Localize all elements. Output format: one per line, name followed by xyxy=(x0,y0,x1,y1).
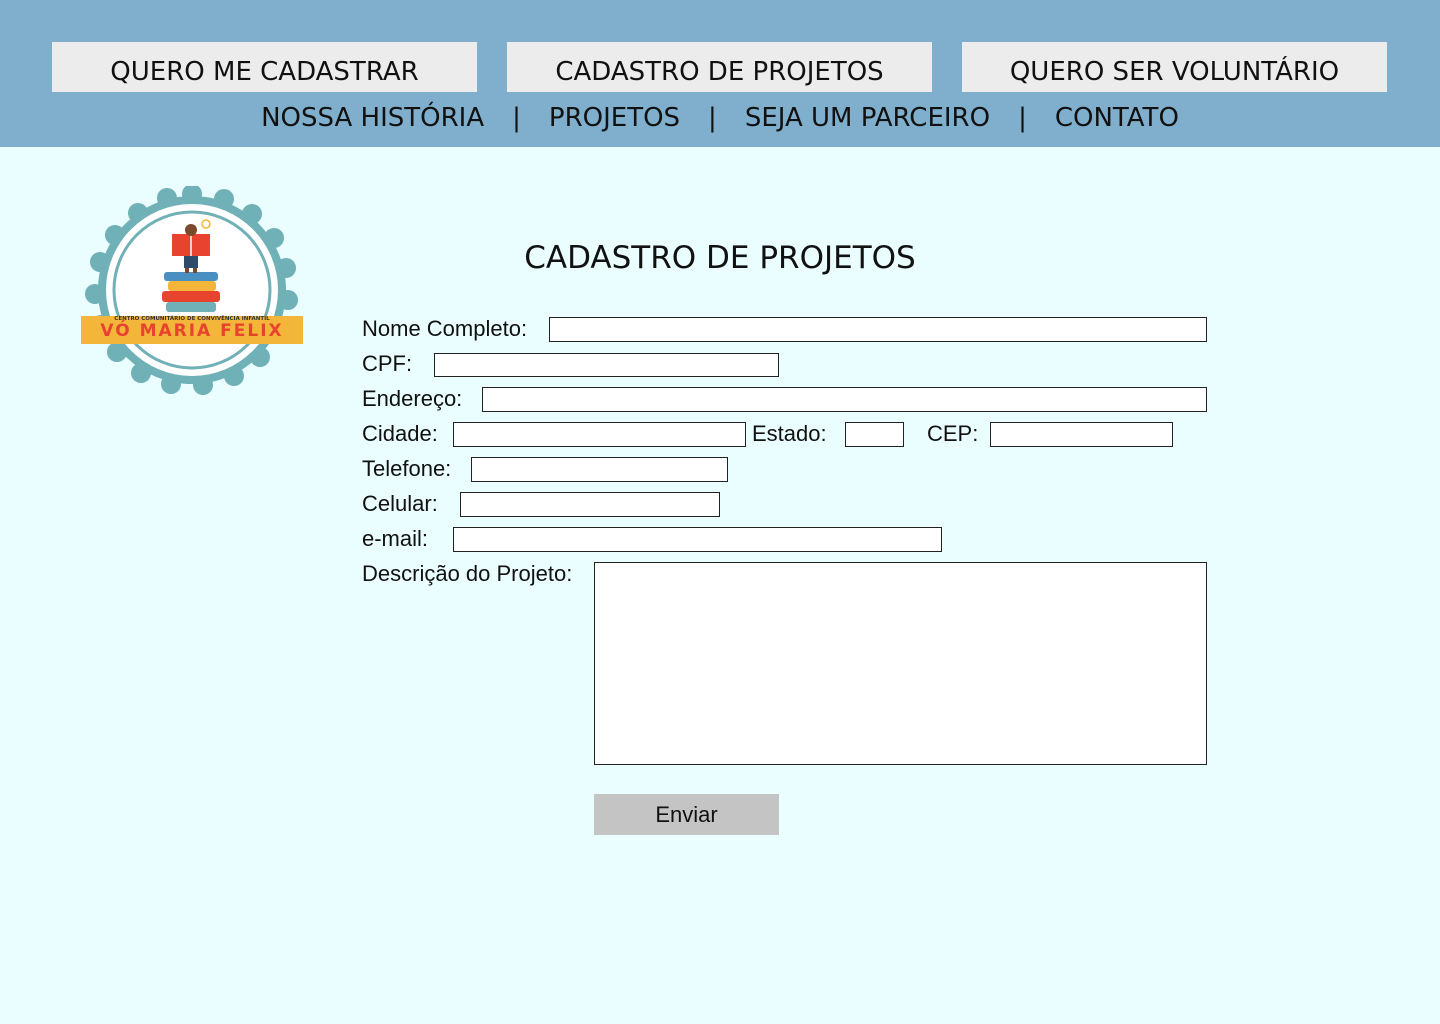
register-button[interactable]: QUERO ME CADASTRAR xyxy=(52,42,477,92)
cep-field[interactable] xyxy=(990,422,1173,447)
page-title: CADASTRO DE PROJETOS xyxy=(524,240,916,276)
volunteer-button[interactable]: QUERO SER VOLUNTÁRIO xyxy=(962,42,1387,92)
header-bar: QUERO ME CADASTRAR CADASTRO DE PROJETOS … xyxy=(0,0,1440,147)
city-label: Cidade: xyxy=(362,421,438,446)
mobile-field[interactable] xyxy=(460,492,720,517)
nav-link-partner[interactable]: SEJA UM PARCEIRO xyxy=(745,103,990,133)
nav-link-contact[interactable]: CONTATO xyxy=(1055,103,1179,133)
city-field[interactable] xyxy=(453,422,746,447)
email-field[interactable] xyxy=(453,527,942,552)
nav-separator: | xyxy=(708,103,717,133)
phone-field[interactable] xyxy=(471,457,728,482)
submit-button[interactable]: Enviar xyxy=(594,794,779,835)
full-name-field[interactable] xyxy=(549,317,1207,342)
mobile-label: Celular: xyxy=(362,491,438,516)
nav-separator: | xyxy=(1018,103,1027,133)
nav-link-history[interactable]: NOSSA HISTÓRIA xyxy=(261,103,484,133)
phone-label: Telefone: xyxy=(362,456,452,481)
nav-separator: | xyxy=(512,103,521,133)
cpf-label: CPF: xyxy=(362,351,413,376)
address-label: Endereço: xyxy=(362,386,463,411)
full-name-label: Nome Completo: xyxy=(362,316,528,341)
main-nav: NOSSA HISTÓRIA | PROJETOS | SEJA UM PARCEIRO… xyxy=(0,103,1440,143)
state-field[interactable] xyxy=(845,422,904,447)
state-label: Estado: xyxy=(752,421,827,446)
email-label: e-mail: xyxy=(362,526,429,551)
nav-link-projects[interactable]: PROJETOS xyxy=(549,103,680,133)
description-textarea[interactable] xyxy=(594,562,1207,765)
project-registration-button[interactable]: CADASTRO DE PROJETOS xyxy=(507,42,932,92)
logo-badge-icon xyxy=(81,184,303,395)
address-field[interactable] xyxy=(482,387,1207,412)
cpf-field[interactable] xyxy=(434,353,779,377)
cep-label: CEP: xyxy=(927,421,979,446)
logo-name: VÓ MARIA FELIX xyxy=(100,321,284,341)
logo[interactable]: CENTRO COMUNITÁRIO DE CONVIVÊNCIA INFANT… xyxy=(80,184,304,396)
description-label: Descrição do Projeto: xyxy=(362,561,573,586)
